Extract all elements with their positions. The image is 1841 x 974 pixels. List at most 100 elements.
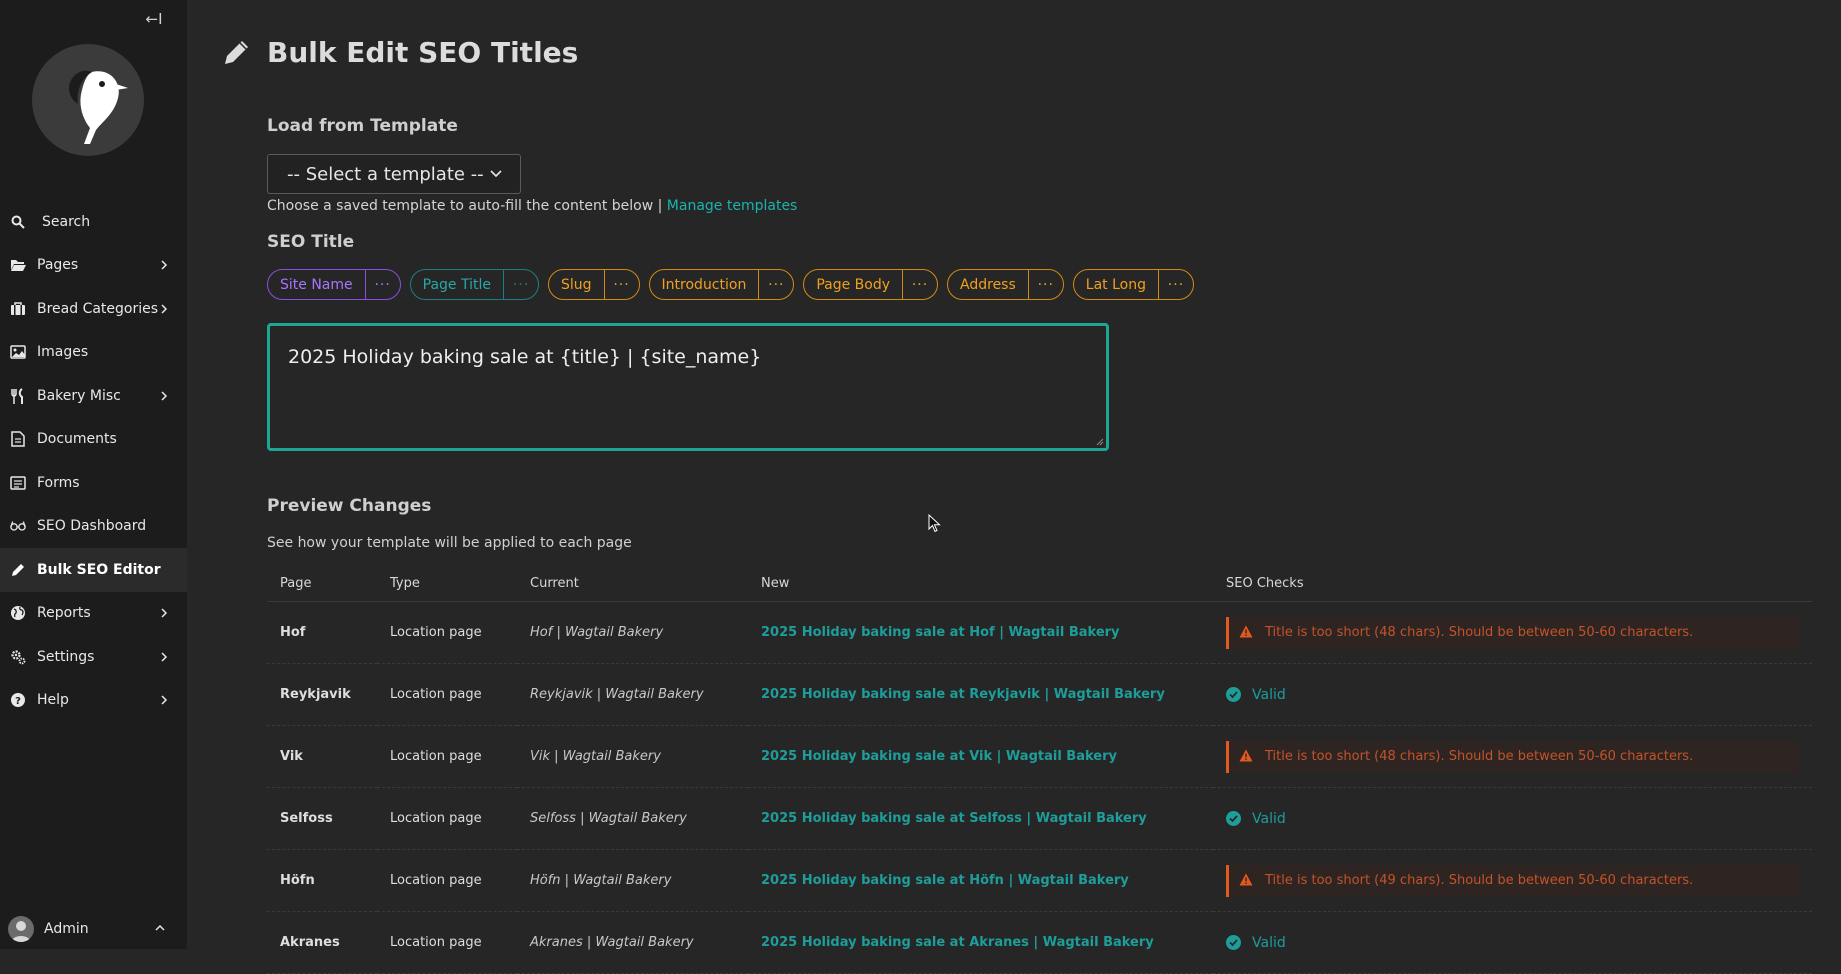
suitcase-icon [10,301,26,317]
chip-site-name-more[interactable]: ··· [364,270,400,299]
preview-table: Page Type Current New SEO Checks Hof Loc… [267,565,1812,974]
template-help-description: Choose a saved template to auto-fill the… [267,198,663,214]
preview-title: Preview Changes [267,496,432,516]
warning-message: Title is too short (48 chars). Should be… [1226,740,1799,773]
table-row: Akranes Location page Akranes | Wagtail … [267,911,1812,974]
cell-new: 2025 Holiday baking sale at Selfoss | Wa… [748,787,1213,850]
sidebar-item-bakery-misc[interactable]: Bakery Misc [0,374,187,418]
table-row: Höfn Location page Höfn | Wagtail Bakery… [267,849,1812,912]
cell-seo-check: Valid [1213,787,1812,850]
sidebar-item-bulk-seo-editor[interactable]: Bulk SEO Editor [0,548,187,592]
resize-handle-icon[interactable] [1096,438,1104,446]
chip-site-name: Site Name ··· [267,269,401,300]
cell-new: 2025 Holiday baking sale at Hof | Wagtai… [748,601,1213,664]
sidebar-item-label: SEO Dashboard [37,518,147,535]
chip-introduction-more[interactable]: ··· [758,270,793,299]
chip-page-title-insert[interactable]: Page Title [411,270,503,299]
sidebar-item-label: Bread Categories [37,300,159,317]
account-menu[interactable]: Admin [0,909,187,949]
chip-page-body-more[interactable]: ··· [902,270,937,299]
valid-message: Valid [1226,811,1812,827]
column-header-current: Current [517,565,748,602]
chip-page-body-insert[interactable]: Page Body [804,270,902,299]
glasses-icon [10,518,26,534]
chevron-right-icon [161,260,168,270]
cell-current: Reykjavik | Wagtail Bakery [517,663,748,726]
page-title: Bulk Edit SEO Titles [267,36,579,69]
avatar [8,916,34,942]
chip-lat-long-more[interactable]: ··· [1157,270,1193,299]
check-circle-icon [1226,687,1241,702]
chip-introduction: Introduction ··· [648,269,795,300]
chip-address: Address ··· [947,269,1064,300]
sidebar-item-label: Bakery Misc [37,387,121,404]
warning-text: Title is too short (48 chars). Should be… [1265,749,1694,764]
cell-current: Akranes | Wagtail Bakery [517,911,748,974]
cell-type: Location page [377,911,517,974]
seo-title-value: 2025 Holiday baking sale at {title} | {s… [288,346,762,368]
warning-text: Title is too short (48 chars). Should be… [1265,625,1694,640]
warning-text: Title is too short (49 chars). Should be… [1265,873,1694,888]
chip-slug-insert[interactable]: Slug [549,270,604,299]
folder-open-icon [10,257,26,273]
chip-page-title-more[interactable]: ··· [503,270,538,299]
cell-seo-check: Valid [1213,911,1812,974]
chip-introduction-insert[interactable]: Introduction [650,270,759,299]
pencil-icon [10,562,26,578]
cell-type: Location page [377,849,517,912]
chevron-up-icon [155,924,165,931]
column-header-type: Type [377,565,517,602]
manage-templates-link[interactable]: Manage templates [667,198,798,214]
sidebar-item-help[interactable]: ? Help [0,679,187,723]
sidebar-item-pages[interactable]: Pages [0,244,187,288]
warning-message: Title is too short (49 chars). Should be… [1226,864,1799,897]
pencil-icon [225,41,248,64]
template-label: Load from Template [267,116,458,136]
cell-type: Location page [377,601,517,664]
sidebar-item-label: Settings [37,648,95,665]
sidebar-item-seo-dashboard[interactable]: SEO Dashboard [0,505,187,549]
sidebar-item-label: Bulk SEO Editor [37,561,161,578]
globe-icon [10,605,26,621]
collapse-sidebar-button[interactable]: ←I [144,9,164,29]
check-circle-icon [1226,935,1241,950]
preview-subtitle: See how your template will be applied to… [267,535,632,551]
main-menu: Search Pages Bread Categories Images Bak… [0,200,187,722]
sidebar-item-documents[interactable]: Documents [0,418,187,462]
table-row: Selfoss Location page Selfoss | Wagtail … [267,787,1812,850]
valid-message: Valid [1226,687,1812,703]
cell-page: Selfoss [267,787,377,850]
sidebar-item-label: Forms [37,474,80,491]
sidebar-item-bread-categories[interactable]: Bread Categories [0,287,187,331]
sidebar-item-settings[interactable]: Settings [0,635,187,679]
cell-page: Hof [267,601,377,664]
sidebar-item-forms[interactable]: Forms [0,461,187,505]
chip-slug-more[interactable]: ··· [603,270,639,299]
sidebar-item-label: Reports [37,605,91,622]
cell-new: 2025 Holiday baking sale at Akranes | Wa… [748,911,1213,974]
cell-seo-check: Title is too short (49 chars). Should be… [1213,849,1812,912]
warning-icon [1239,749,1254,764]
table-row: Hof Location page Hof | Wagtail Bakery 2… [267,601,1812,664]
table-row: Vik Location page Vik | Wagtail Bakery 2… [267,725,1812,788]
valid-text: Valid [1252,810,1286,827]
chip-lat-long-insert[interactable]: Lat Long [1074,270,1158,299]
sidebar-item-label: Documents [37,431,117,448]
seo-title-input[interactable]: 2025 Holiday baking sale at {title} | {s… [267,323,1109,451]
column-header-page: Page [267,565,377,602]
help-icon: ? [10,692,26,708]
chip-site-name-insert[interactable]: Site Name [268,270,365,299]
chip-address-insert[interactable]: Address [948,270,1028,299]
sidebar-item-search[interactable]: Search [0,200,187,244]
cell-page: Reykjavik [267,663,377,726]
template-select[interactable]: -- Select a template -- [267,154,521,194]
chip-address-more[interactable]: ··· [1027,270,1063,299]
wagtail-logo[interactable] [32,44,144,156]
template-help-text: Choose a saved template to auto-fill the… [267,198,797,214]
cell-current: Höfn | Wagtail Bakery [517,849,748,912]
cell-new: 2025 Holiday baking sale at Reykjavik | … [748,663,1213,726]
warning-icon [1239,873,1254,888]
sidebar-item-label: Search [42,213,91,230]
sidebar-item-reports[interactable]: Reports [0,592,187,636]
sidebar-item-images[interactable]: Images [0,331,187,375]
